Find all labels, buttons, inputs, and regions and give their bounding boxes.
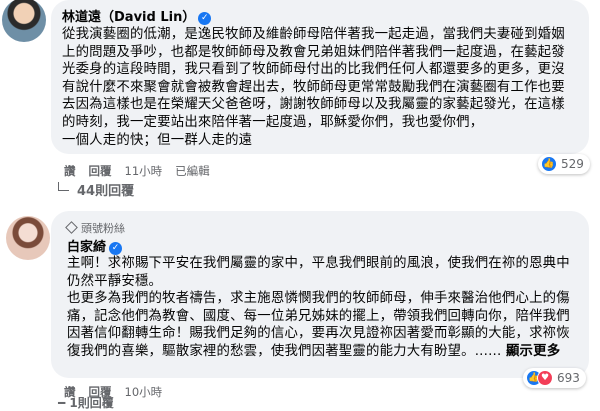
partial-replies-link[interactable]: ━ 1則回覆 xyxy=(58,394,114,411)
badge-label: 頭號粉絲 xyxy=(81,222,125,235)
thumbs-up-icon: 👍 xyxy=(541,156,557,172)
comment-line: 上的問題及爭吵，也都是牧師師母及教會兄弟姐妹們陪伴著我們一起度過，在藝起發 xyxy=(62,44,565,60)
comment-line: 痛，記念他們為教會、國度、每一位弟兄姊妹的擺上，帶領我們回轉向你，陪伴我們 xyxy=(67,308,570,324)
like-button[interactable]: 讚 xyxy=(64,164,76,178)
comment-line: 一個人走的快；但一群人走的遠 xyxy=(62,132,253,148)
heart-icon: ♥ xyxy=(537,370,553,386)
author-name[interactable]: 林道遠（David Lin） xyxy=(62,10,195,25)
view-replies-label[interactable]: 44則回覆 xyxy=(77,180,134,199)
timestamp[interactable]: 11小時 xyxy=(125,164,163,178)
reaction-count: 693 xyxy=(557,371,580,385)
comment-author[interactable]: 林道遠（David Lin） ✓ xyxy=(62,6,212,25)
comment-actions: 讚回覆 11小時 已編輯 xyxy=(64,163,223,179)
comment-line: 因著信仰翻轉生命！賜我們足夠的信心，要再次見證祢因著愛而彰顯的大能，求祢恢 xyxy=(67,326,570,342)
avatar[interactable] xyxy=(2,0,46,42)
view-replies-link[interactable]: 44則回覆 xyxy=(58,180,134,199)
comment-line: 從我演藝圈的低潮，是逸民牧師及維齡師母陪伴著我一起走過，當我們夫妻碰到婚姻 xyxy=(62,27,565,42)
reaction-summary[interactable]: 👍 529 xyxy=(538,154,590,174)
verified-badge-icon: ✓ xyxy=(198,12,212,25)
comment-line: 去因為這樣也是在榮耀天父爸爸呀，謝謝牧師師母以及我屬靈的家藝起發光，在這樣 xyxy=(62,97,565,113)
comment-text: 主啊！求祢賜下平安在我們屬靈的家中，平息我們眼前的風浪，使我們在祢的恩典中 仍然… xyxy=(67,255,570,361)
comment-line: 光委身的這段時間，我只看到了牧師師母付出的比我們任何人都還要多的更多，更沒 xyxy=(62,62,565,78)
diamond-icon xyxy=(65,221,78,234)
top-fan-badge: 頭號粉絲 xyxy=(65,220,125,236)
comment-line: 仍然平靜安穩。 xyxy=(67,273,163,289)
avatar[interactable] xyxy=(6,216,50,260)
comment-line: 也更多為我們的牧者禱告，求主施恩憐憫我們的牧師師母，伸手來醫治他們心上的傷 xyxy=(67,291,570,307)
see-more-link[interactable]: 顯示更多 xyxy=(506,344,560,359)
reply-button[interactable]: 回覆 xyxy=(89,164,112,178)
reaction-count: 529 xyxy=(561,157,584,171)
comment-text: 從我演藝圈的低潮，是逸民牧師及維齡師母陪伴著我一起走過，當我們夫妻碰到婚姻 上的… xyxy=(62,26,565,149)
comment-line: 主啊！求祢賜下平安在我們屬靈的家中，平息我們眼前的風浪，使我們在祢的恩典中 xyxy=(67,256,570,271)
comment-line: 復我們的喜樂，驅散家裡的愁雲，使我們因著聖靈的能力大有盼望。...... xyxy=(67,343,502,359)
verified-badge-icon: ✓ xyxy=(109,242,123,255)
author-name[interactable]: 白家綺 xyxy=(67,240,106,255)
comment-line: 有說什麼不來聚會就會被教會趕出去，牧師師母更常常鼓勵我們在演藝圈有工作也要 xyxy=(62,79,565,95)
comment-line: 的時刻，我一定要站出來陪伴著一起度過，耶穌愛你們，我也愛你們， xyxy=(62,114,484,130)
timestamp[interactable]: 10小時 xyxy=(125,385,163,399)
edited-label: 已編輯 xyxy=(175,164,210,178)
reaction-summary[interactable]: 👍 ♥ 693 xyxy=(523,368,586,388)
reply-arrow-icon xyxy=(58,182,69,191)
comment-author[interactable]: 白家綺 ✓ xyxy=(67,236,123,255)
